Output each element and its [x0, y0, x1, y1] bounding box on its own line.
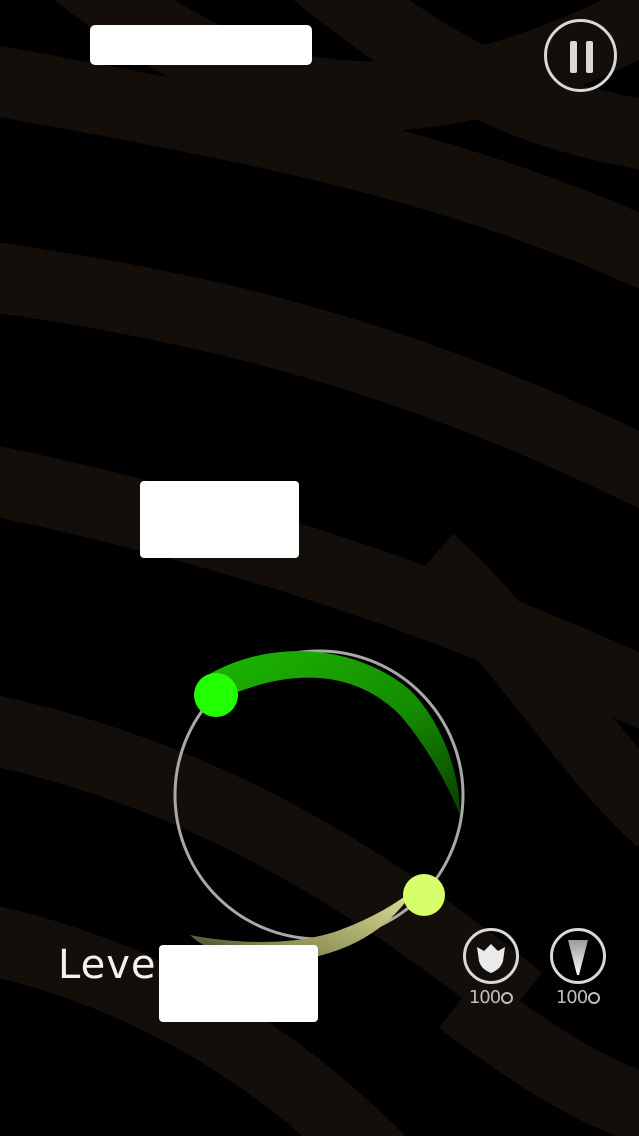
level-block [159, 945, 318, 1022]
level-label: Leve [58, 942, 157, 988]
shield-powerup[interactable]: 100 [462, 928, 520, 1008]
spike-powerup-button[interactable] [550, 928, 606, 984]
spike-icon [568, 940, 588, 975]
shield-icon [477, 944, 505, 973]
green-ball [194, 673, 238, 717]
shield-count-value: 100 [468, 987, 501, 1008]
green-trail [200, 651, 460, 815]
spike-count-value: 100 [555, 987, 588, 1008]
shield-powerup-button[interactable] [463, 928, 519, 984]
spike-powerup[interactable]: 100 [549, 928, 607, 1008]
yellow-ball [403, 874, 445, 916]
shield-count: 100 [462, 987, 520, 1008]
spike-count: 100 [549, 987, 607, 1008]
coin-icon [501, 992, 514, 1004]
coin-icon [588, 992, 601, 1004]
